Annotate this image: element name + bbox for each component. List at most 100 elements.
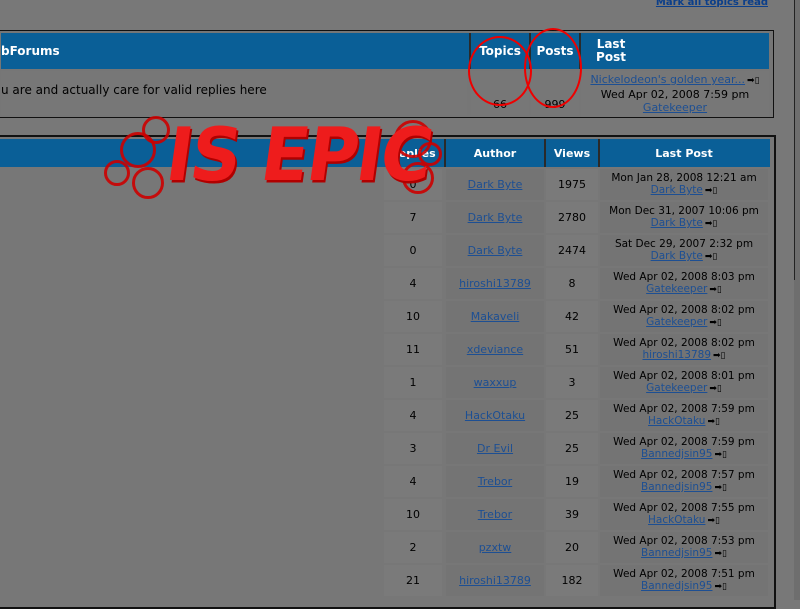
splatter-swirl <box>142 116 170 144</box>
topic-last-post-user-link[interactable]: Bannedjsin95 <box>641 580 712 592</box>
topic-last-post-user-link[interactable]: Dark Byte <box>651 184 703 196</box>
topic-author-link[interactable]: HackOtaku <box>465 409 525 422</box>
topic-views: 39 <box>546 499 598 530</box>
topic-last-post-user-link[interactable]: Bannedjsin95 <box>641 481 712 493</box>
forum-last-post-user-link[interactable]: Gatekeeper <box>643 101 707 114</box>
goto-last-post-icon[interactable]: ➡▯ <box>713 350 726 362</box>
topic-last-post-user-link[interactable]: Dark Byte <box>651 217 703 229</box>
topic-views: 8 <box>546 268 598 299</box>
topic-last-post-date: Wed Apr 02, 2008 7:59 pm <box>613 403 755 415</box>
topic-row: 4 hiroshi13789 8 Wed Apr 02, 2008 8:03 pm Ga… <box>0 268 770 301</box>
goto-last-post-icon[interactable]: ➡▯ <box>714 482 727 494</box>
topic-replies: 0 <box>384 235 442 266</box>
topic-last-post-date: Wed Apr 02, 2008 7:51 pm <box>613 568 755 580</box>
forum-last-post: Nickelodeon's golden year... ➡▯ Wed Apr 0… <box>581 71 769 117</box>
goto-last-post-icon[interactable]: ➡▯ <box>705 185 718 197</box>
topic-last-post: Wed Apr 02, 2008 8:01 pm Gatekeeper ➡▯ <box>600 367 768 398</box>
topic-author-cell: HackOtaku <box>446 400 544 431</box>
topic-author-link[interactable]: waxxup <box>474 376 517 389</box>
topic-author-cell: Trebor <box>446 499 544 530</box>
topic-replies: 21 <box>384 565 442 596</box>
topic-author-link[interactable]: hiroshi13789 <box>459 277 531 290</box>
topic-replies: 4 <box>384 466 442 497</box>
goto-last-post-icon[interactable]: ➡▯ <box>714 449 727 461</box>
annotation-circle-posts <box>524 28 582 108</box>
topic-last-post: Wed Apr 02, 2008 7:55 pm HackOtaku ➡▯ <box>600 499 768 530</box>
topic-views: 19 <box>546 466 598 497</box>
topic-views: 25 <box>546 433 598 464</box>
epic-graffiti-overlay: IS EPIC <box>102 112 442 212</box>
goto-last-post-icon[interactable]: ➡▯ <box>709 383 722 395</box>
topic-replies: 11 <box>384 334 442 365</box>
topic-header-author: Author <box>473 146 517 160</box>
topic-last-post: Mon Dec 31, 2007 10:06 pm Dark Byte ➡▯ <box>600 202 768 233</box>
topic-last-post-user-link[interactable]: Gatekeeper <box>646 283 707 295</box>
topic-last-post-user-link[interactable]: HackOtaku <box>648 415 705 427</box>
topic-last-post-date: Wed Apr 02, 2008 7:59 pm <box>613 436 755 448</box>
topic-last-post-user-link[interactable]: Bannedjsin95 <box>641 448 712 460</box>
topic-row: 10 Trebor 39 Wed Apr 02, 2008 7:55 pm HackOt… <box>0 499 770 532</box>
forum-row: u are and actually care for valid replie… <box>1 71 769 117</box>
topic-author-link[interactable]: Makaveli <box>471 310 520 323</box>
topic-author-link[interactable]: pzxtw <box>479 541 512 554</box>
topic-replies: 2 <box>384 532 442 563</box>
topic-author-link[interactable]: Dark Byte <box>468 244 523 257</box>
window-edge <box>794 0 800 600</box>
topic-last-post-user-link[interactable]: Dark Byte <box>651 250 703 262</box>
topic-last-post-user-link[interactable]: hiroshi13789 <box>642 349 711 361</box>
topic-author-link[interactable]: Dark Byte <box>468 211 523 224</box>
topic-author-link[interactable]: Trebor <box>478 508 512 521</box>
goto-last-post-icon[interactable]: ➡▯ <box>707 515 720 527</box>
topic-row: 4 Trebor 19 Wed Apr 02, 2008 7:57 pm Bannedj… <box>0 466 770 499</box>
topic-header-last-post: Last Post <box>655 146 713 160</box>
topic-last-post-date: Wed Apr 02, 2008 7:57 pm <box>613 469 755 481</box>
topic-last-post-date: Wed Apr 02, 2008 8:03 pm <box>613 271 755 283</box>
topic-author-link[interactable]: Dr Evil <box>477 442 513 455</box>
topic-last-post-user-link[interactable]: Gatekeeper <box>646 316 707 328</box>
topic-author-link[interactable]: Dark Byte <box>468 178 523 191</box>
forum-header-title: bForums <box>1 44 60 58</box>
topic-row: 3 Dr Evil 25 Wed Apr 02, 2008 7:59 pm Banned… <box>0 433 770 466</box>
topic-last-post-user-link[interactable]: Gatekeeper <box>646 382 707 394</box>
topic-replies: 3 <box>384 433 442 464</box>
topic-last-post-user-link[interactable]: HackOtaku <box>648 514 705 526</box>
topic-replies: 1 <box>384 367 442 398</box>
topic-last-post: Wed Apr 02, 2008 7:53 pm Bannedjsin95 ➡▯ <box>600 532 768 563</box>
topic-last-post-user-link[interactable]: Bannedjsin95 <box>641 547 712 559</box>
topic-author-cell: Dr Evil <box>446 433 544 464</box>
topic-last-post: Mon Jan 28, 2008 12:21 am Dark Byte ➡▯ <box>600 169 768 200</box>
goto-last-post-icon[interactable]: ➡▯ <box>714 548 727 560</box>
topic-author-link[interactable]: xdeviance <box>467 343 523 356</box>
topic-row: 0 Dark Byte 2474 Sat Dec 29, 2007 2:32 pm Da… <box>0 235 770 268</box>
goto-last-post-icon[interactable]: ➡▯ <box>705 218 718 230</box>
topic-replies: 4 <box>384 268 442 299</box>
topic-views: 51 <box>546 334 598 365</box>
topic-author-link[interactable]: hiroshi13789 <box>459 574 531 587</box>
topic-row: 2 pzxtw 20 Wed Apr 02, 2008 7:53 pm Bannedjs… <box>0 532 770 565</box>
topic-row: 10 Makaveli 42 Wed Apr 02, 2008 8:02 pm Gate… <box>0 301 770 334</box>
topic-replies: 10 <box>384 499 442 530</box>
goto-last-post-icon[interactable]: ➡▯ <box>705 251 718 263</box>
goto-last-post-icon[interactable]: ➡▯ <box>707 416 720 428</box>
mark-all-topics-read-link[interactable]: Mark all topics read <box>656 0 768 8</box>
topic-author-cell: waxxup <box>446 367 544 398</box>
goto-last-post-icon[interactable]: ➡▯ <box>747 75 760 88</box>
goto-last-post-icon[interactable]: ➡▯ <box>709 317 722 329</box>
forum-description: u are and actually care for valid replie… <box>1 83 267 97</box>
topic-views: 2474 <box>546 235 598 266</box>
topic-views: 1975 <box>546 169 598 200</box>
epic-graffiti-text: IS EPIC <box>160 111 437 199</box>
topic-author-cell: pzxtw <box>446 532 544 563</box>
topic-last-post-date: Wed Apr 02, 2008 8:02 pm <box>613 304 755 316</box>
topic-last-post-date: Wed Apr 02, 2008 7:53 pm <box>613 535 755 547</box>
topic-author-cell: xdeviance <box>446 334 544 365</box>
topic-last-post: Wed Apr 02, 2008 7:59 pm HackOtaku ➡▯ <box>600 400 768 431</box>
forum-last-post-title-link[interactable]: Nickelodeon's golden year... <box>590 73 745 86</box>
topic-author-link[interactable]: Trebor <box>478 475 512 488</box>
goto-last-post-icon[interactable]: ➡▯ <box>714 581 727 593</box>
topic-row: 4 HackOtaku 25 Wed Apr 02, 2008 7:59 pm Hack… <box>0 400 770 433</box>
topic-row: 11 xdeviance 51 Wed Apr 02, 2008 8:02 pm hir… <box>0 334 770 367</box>
goto-last-post-icon[interactable]: ➡▯ <box>709 284 722 296</box>
topic-last-post-date: Wed Apr 02, 2008 7:55 pm <box>613 502 755 514</box>
topic-replies: 10 <box>384 301 442 332</box>
